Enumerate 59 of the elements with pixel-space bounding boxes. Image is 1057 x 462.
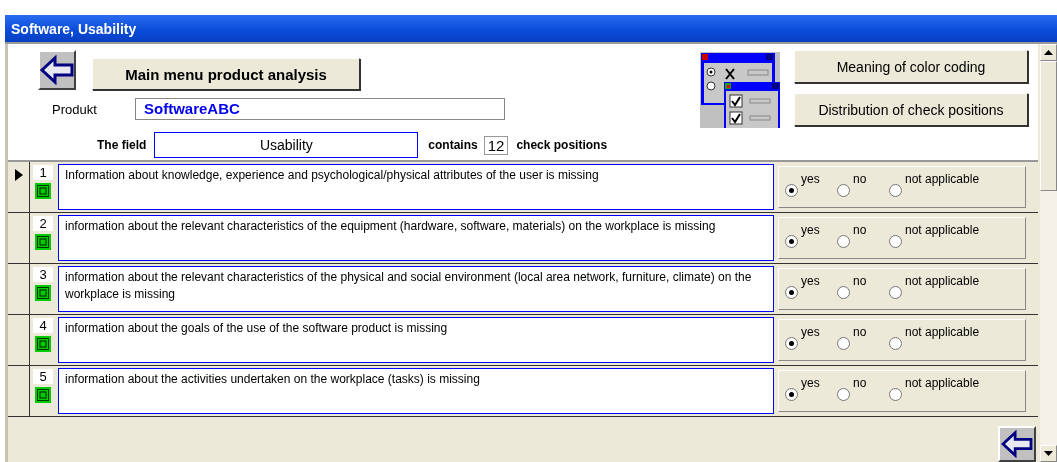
option-label: not applicable xyxy=(905,172,980,186)
question-text: Information about knowledge, experience and psychological/physical attributes of the user is missing xyxy=(58,164,774,210)
radio-button[interactable] xyxy=(837,184,850,197)
radio-button[interactable] xyxy=(837,337,850,350)
option-label: yes xyxy=(801,274,820,288)
option-label: yes xyxy=(801,325,820,339)
question-text: information about the activities undertaken on the workplace (tasks) is missing xyxy=(58,368,774,414)
row-number: 1 xyxy=(33,165,53,180)
dialog-button[interactable]: Meaning of color coding xyxy=(794,50,1028,83)
back-button[interactable] xyxy=(998,426,1036,462)
radio-button[interactable] xyxy=(837,388,850,401)
radio-button[interactable] xyxy=(889,235,902,248)
arrow-left-icon xyxy=(40,55,74,85)
arrow-left-icon xyxy=(1001,430,1033,458)
check-positions-label: check positions xyxy=(516,138,608,152)
radio-button[interactable] xyxy=(889,337,902,350)
current-record-icon xyxy=(14,169,23,181)
row-number: 2 xyxy=(33,216,53,231)
dialog-button[interactable]: Distribution of check positions xyxy=(794,93,1028,126)
option-label: not applicable xyxy=(905,274,980,288)
question-text: information about the relevant characteristics of the physical and social environment (local area network, furniture, climate) on the workplace is missing xyxy=(58,266,774,312)
row-number: 3 xyxy=(33,267,53,282)
option-label: yes xyxy=(801,376,820,390)
radio-button[interactable] xyxy=(785,388,798,401)
main-menu-button[interactable]: Main menu product analysis xyxy=(92,58,360,90)
question-text: information about the goals of the use of the software product is missing xyxy=(58,317,774,363)
window-title: Software, Usability xyxy=(11,20,137,37)
scroll-down-icon xyxy=(1044,451,1053,456)
product-field[interactable]: SoftwareABC xyxy=(135,98,505,120)
radio-button[interactable] xyxy=(785,286,798,299)
radio-button[interactable] xyxy=(785,235,798,248)
radio-button[interactable] xyxy=(785,184,798,197)
field-label: The field xyxy=(97,138,147,152)
radio-button[interactable] xyxy=(889,184,902,197)
back-button[interactable] xyxy=(38,50,76,90)
option-label: yes xyxy=(801,172,820,186)
option-label: no xyxy=(853,325,867,339)
vertical-scrollbar[interactable] xyxy=(1040,44,1057,462)
option-label: not applicable xyxy=(905,325,980,339)
option-label: no xyxy=(853,376,867,390)
row-number: 4 xyxy=(33,318,53,333)
radio-button[interactable] xyxy=(889,388,902,401)
field-name-field[interactable]: Usability xyxy=(154,132,419,158)
product-label: Produkt xyxy=(52,101,98,117)
option-label: no xyxy=(853,223,867,237)
radio-button[interactable] xyxy=(837,235,850,248)
radio-button[interactable] xyxy=(889,286,902,299)
option-label: no xyxy=(853,172,867,186)
row-number: 5 xyxy=(33,369,53,384)
radio-button[interactable] xyxy=(837,286,850,299)
option-label: not applicable xyxy=(905,376,980,390)
contains-label: contains xyxy=(428,138,478,152)
option-label: not applicable xyxy=(905,223,980,237)
count-field: 12 xyxy=(483,135,509,155)
scroll-up-icon xyxy=(1044,50,1053,55)
option-label: yes xyxy=(801,223,820,237)
question-text: information about the relevant characteristics of the equipment (hardware, software, materials) on the workplace is missing xyxy=(58,215,774,261)
option-label: no xyxy=(853,274,867,288)
radio-button[interactable] xyxy=(785,337,798,350)
